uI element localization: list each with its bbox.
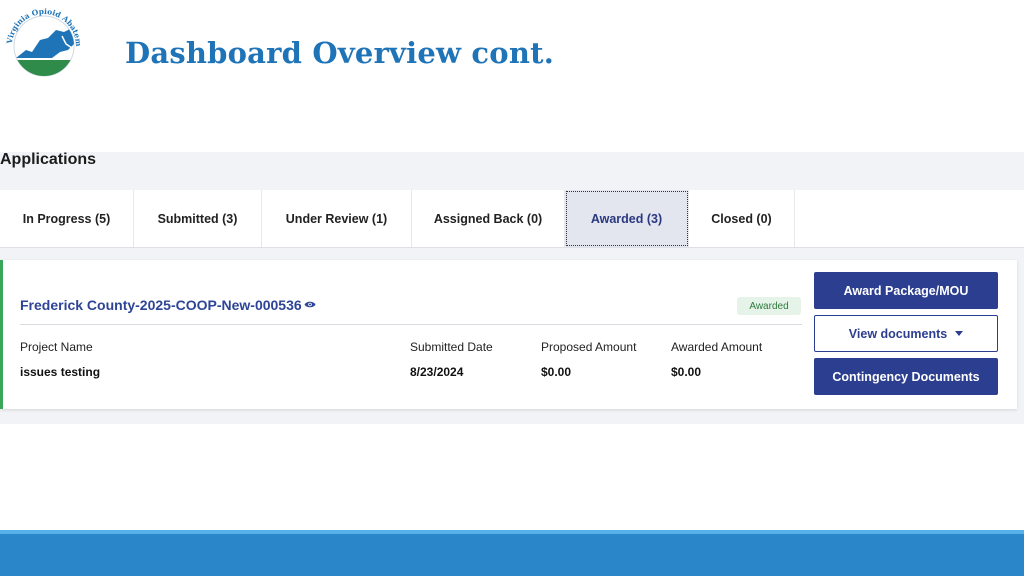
- footer-bar: [0, 530, 1024, 576]
- organization-logo: Virginia Opioid Abatement Authority: [2, 2, 83, 77]
- applications-heading: Applications: [0, 151, 97, 168]
- tab-submitted[interactable]: Submitted (3): [134, 190, 262, 247]
- tab-in-progress[interactable]: In Progress (5): [0, 190, 134, 247]
- view-documents-button[interactable]: View documents: [814, 315, 998, 352]
- awarded-amount-label: Awarded Amount: [671, 340, 763, 354]
- contingency-documents-label: Contingency Documents: [832, 369, 980, 384]
- award-package-label: Award Package/MOU: [843, 283, 969, 298]
- proposed-amount-label: Proposed Amount: [541, 340, 637, 354]
- contingency-documents-button[interactable]: Contingency Documents: [814, 358, 998, 395]
- proposed-amount-value: $0.00: [541, 365, 572, 379]
- tab-awarded[interactable]: Awarded (3): [565, 190, 689, 247]
- submitted-date-value: 8/23/2024: [410, 365, 464, 379]
- submitted-date-label: Submitted Date: [410, 340, 493, 354]
- tab-assigned-back[interactable]: Assigned Back (0): [412, 190, 565, 247]
- application-title-link[interactable]: Frederick County-2025-COOP-New-000536: [20, 297, 302, 313]
- application-status-tabs: In Progress (5) Submitted (3) Under Revi…: [0, 190, 1024, 248]
- project-name-value: issues testing: [20, 365, 101, 379]
- caret-down-icon: [955, 331, 964, 336]
- tab-closed[interactable]: Closed (0): [689, 190, 795, 247]
- card-divider: [20, 324, 802, 325]
- footer-accent-line: [0, 530, 1024, 534]
- view-documents-label: View documents: [848, 326, 948, 341]
- award-package-button[interactable]: Award Package/MOU: [814, 272, 998, 309]
- awarded-amount-value: $0.00: [671, 365, 702, 379]
- slide-title: Dashboard Overview cont.: [125, 36, 555, 70]
- status-badge: Awarded: [737, 297, 801, 315]
- tab-under-review[interactable]: Under Review (1): [262, 190, 412, 247]
- eye-icon[interactable]: [304, 300, 316, 309]
- project-name-label: Project Name: [20, 340, 93, 354]
